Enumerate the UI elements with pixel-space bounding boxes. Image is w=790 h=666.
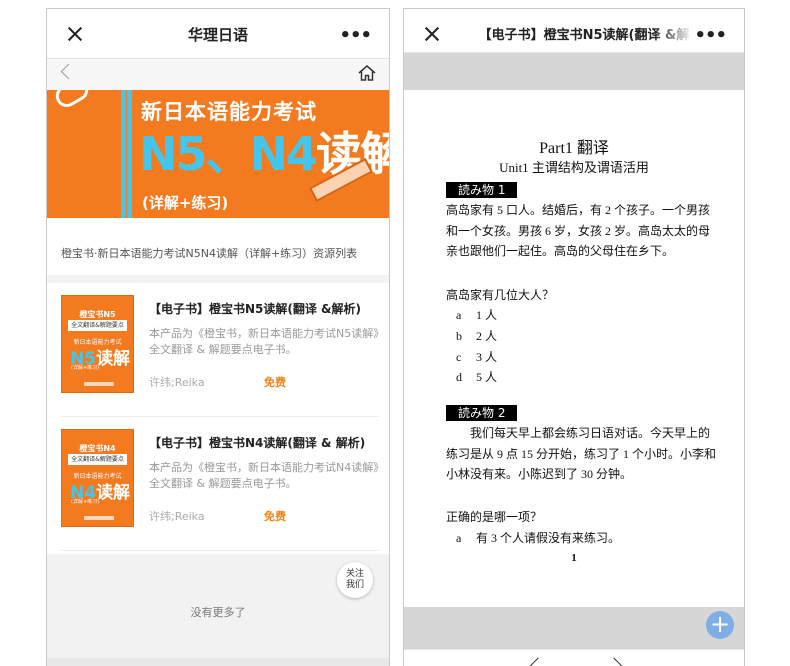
cover-text: 橙宝书N5 <box>79 310 116 319</box>
pdf-page: Part1 翻译 Unit1 主谓结构及谓语活用 読み物 1 高岛家有 5 口人… <box>404 90 744 607</box>
chevron-right-icon[interactable] <box>605 657 623 666</box>
reading-label-2: 読み物 2 <box>446 405 518 421</box>
list-item-ebook-n4[interactable]: 橙宝书N4 全文翻译&解题要点 新日本语能力考试 N4读解 (详解+练习) 【电… <box>61 423 379 551</box>
reading-paragraph-2: 我们每天早上都会练习日语对话。今天早上的练习是从 9 点 15 分开始，练习了 … <box>446 426 717 481</box>
option: c 3 人 <box>456 348 497 365</box>
follow-label: 我们 <box>345 580 364 590</box>
more-icon[interactable]: ••• <box>694 25 727 46</box>
item-author: 许纬;Reika <box>149 510 205 523</box>
option: a 1 人 <box>456 306 497 323</box>
left-phone-screen: 华理日语 ••• 新日本语能力考试 N5、N4读解 (详解+练习) 橙宝书·新日… <box>46 8 390 666</box>
chevron-left-icon[interactable] <box>529 657 547 666</box>
item-price: 免费 <box>264 510 286 523</box>
part-heading: Part1 翻译 <box>539 140 609 157</box>
close-icon[interactable] <box>424 26 440 42</box>
option-key: b <box>456 329 462 343</box>
option-key: a <box>456 531 462 545</box>
publisher-logo <box>84 382 114 386</box>
more-icon[interactable]: ••• <box>339 25 372 46</box>
title-bar: 华理日语 ••• <box>47 9 389 59</box>
paperclip-icon <box>51 90 93 112</box>
bottom-strip <box>47 658 389 666</box>
right-phone-screen: 【电子书】橙宝书N5读解(翻译 &解 ••• Part1 翻译 Unit1 主谓… <box>403 8 745 666</box>
option-text: 5 人 <box>476 370 498 384</box>
book-cover-n5: 橙宝书N5 全文翻译&解题要点 新日本语能力考试 N5读解 (详解+练习) <box>61 295 134 393</box>
no-more-text: 没有更多了 <box>190 606 246 619</box>
cover-subject: 读解 <box>96 483 131 503</box>
cover-text: 全文翻译&解题要点 <box>68 320 127 331</box>
follow-label: 关注 <box>345 569 364 579</box>
question-1: 高岛家有几位大人？ <box>446 288 555 302</box>
item-title: 【电子书】橙宝书N4读解(翻译 & 解析) <box>149 436 366 450</box>
reading-paragraph-1: 高岛家有 5 口人。结婚后，有 2 个孩子。一个男孩和一个女孩。男孩 6 岁，女… <box>446 203 711 258</box>
title-bar: 【电子书】橙宝书N5读解(翻译 &解 ••• <box>404 9 744 53</box>
divider <box>47 275 389 283</box>
option-key: d <box>456 370 462 384</box>
banner-headline-levels: N5、N4 <box>139 127 318 181</box>
back-icon[interactable] <box>60 63 77 80</box>
option-key: a <box>456 308 462 322</box>
list-item-ebook-n5[interactable]: 橙宝书N5 全文翻译&解题要点 新日本语能力考试 N5读解 (详解+练习) 【电… <box>61 289 379 417</box>
list-footer: 关注 我们 没有更多了 <box>47 554 389 666</box>
item-description: 本产品为《橙宝书，新日本语能力考试N5读解》全文翻译 & 解题要点电子书。 <box>149 327 379 356</box>
resource-list-title: 橙宝书·新日本语能力考试N5N4读解（详解+练习）资源列表 <box>61 247 358 260</box>
option-text: 有 3 个人请假没有来练习。 <box>476 531 621 545</box>
item-price: 免费 <box>264 376 286 389</box>
option: d 5 人 <box>456 368 497 385</box>
reading-label-1: 読み物 1 <box>446 182 518 198</box>
home-icon[interactable] <box>357 63 377 83</box>
nav-bar <box>47 59 389 90</box>
page-title: 华理日语 <box>187 26 248 44</box>
reader-bottom-bar <box>404 607 744 649</box>
publisher-logo <box>84 516 114 520</box>
plus-icon[interactable]: + <box>706 611 734 639</box>
option: a 有 3 个人请假没有来练习。 <box>456 529 620 546</box>
item-author: 许纬;Reika <box>149 376 205 389</box>
item-description: 本产品为《橙宝书，新日本语能力考试N4读解》全文翻译 & 解题要点电子书。 <box>149 461 379 490</box>
reader-toolbar <box>404 53 744 90</box>
follow-us-button[interactable]: 关注 我们 <box>337 562 373 598</box>
cover-text: 橙宝书N4 <box>79 444 116 453</box>
banner-stripe <box>127 90 132 218</box>
option-key: c <box>456 350 462 364</box>
page-number: 1 <box>571 552 577 564</box>
bottom-navigation <box>404 649 744 666</box>
stage: 华理日语 ••• 新日本语能力考试 N5、N4读解 (详解+练习) 橙宝书·新日… <box>0 0 790 666</box>
cover-text: (详解+练习) <box>71 365 100 371</box>
cover-text: 全文翻译&解题要点 <box>68 454 127 465</box>
page-title: 【电子书】橙宝书N5读解(翻译 &解 <box>478 28 690 43</box>
option-text: 1 人 <box>476 308 498 322</box>
question-2: 正确的是哪一项？ <box>446 510 543 524</box>
cover-text: (详解+练习) <box>71 499 100 505</box>
close-icon[interactable] <box>67 26 83 42</box>
unit-heading: Unit1 主谓结构及谓语活用 <box>499 160 649 175</box>
option-text: 3 人 <box>476 350 498 364</box>
banner-stripe <box>121 90 126 218</box>
option-text: 2 人 <box>476 329 498 343</box>
item-title: 【电子书】橙宝书N5读解(翻译 &解析) <box>149 302 362 316</box>
cover-subject: 读解 <box>96 349 131 369</box>
option: b 2 人 <box>456 327 497 344</box>
banner-subtitle: (详解+练习) <box>142 194 229 212</box>
book-banner: 新日本语能力考试 N5、N4读解 (详解+练习) <box>47 90 389 218</box>
book-cover-n4: 橙宝书N4 全文翻译&解题要点 新日本语能力考试 N4读解 (详解+练习) <box>61 429 134 527</box>
